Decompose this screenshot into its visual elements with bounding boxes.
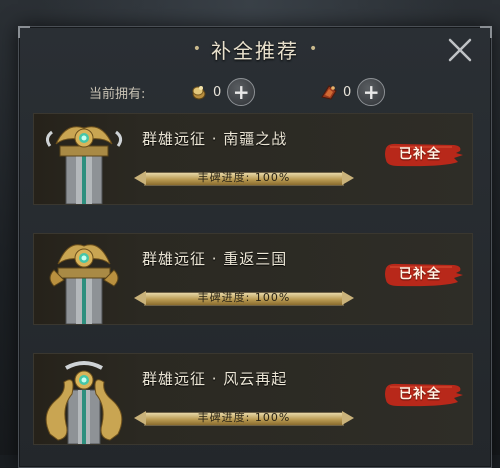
title-dot: • [309, 41, 318, 57]
monument-progress-bar: 丰碑进度: 100% [134, 170, 354, 186]
monument-card[interactable]: 群雄远征 · 风云再起 丰碑进度: 100% 已补全 [33, 353, 473, 445]
monument-name: 群雄远征 · 风云再起 [142, 370, 288, 388]
resource-gold-token: 0 + [189, 77, 256, 107]
add-gold-token-button[interactable]: + [227, 78, 256, 106]
resource-count: 0 [213, 84, 222, 100]
status-text: 已补全 [398, 267, 441, 282]
monument-image [36, 114, 132, 204]
red-token-icon [321, 85, 337, 100]
monument-card[interactable]: 群雄远征 · 南疆之战 丰碑进度: 100% 已补全 [33, 113, 473, 205]
dialog-title-bar: • 补全推荐 • [19, 27, 491, 71]
monument-image [36, 234, 132, 324]
close-button[interactable] [443, 33, 477, 67]
gold-token-icon [192, 86, 206, 100]
status-badge: 已补全 [384, 142, 464, 168]
resource-count: 0 [343, 84, 352, 100]
monument-dragon-icon [45, 126, 123, 204]
monument-card[interactable]: 群雄远征 · 重返三国 丰碑进度: 100% 已补全 [33, 233, 473, 325]
plus-icon: + [362, 80, 380, 104]
owned-label: 当前拥有: [89, 87, 146, 102]
progress-label: 丰碑进度: 100% [197, 291, 291, 304]
owned-resources-row: 当前拥有: 0 + 0 + [19, 77, 491, 107]
monument-progress-bar: 丰碑进度: 100% [134, 290, 354, 306]
plus-icon: + [232, 80, 250, 104]
monument-name: 群雄远征 · 南疆之战 [142, 130, 288, 148]
monument-progress-bar: 丰碑进度: 100% [134, 410, 354, 426]
resource-red-token: 0 + [319, 77, 386, 107]
status-badge: 已补全 [384, 262, 464, 288]
status-text: 已补全 [398, 147, 441, 162]
status-text: 已补全 [398, 387, 441, 402]
monument-dragon-coil-icon [45, 361, 123, 444]
status-badge: 已补全 [384, 382, 464, 408]
dialog-title: 补全推荐 [211, 38, 299, 63]
recommend-dialog: • 补全推荐 • 当前拥有: 0 + 0 + 群雄远征 · 南疆之战 丰碑进度:… [18, 26, 492, 468]
add-red-token-button[interactable]: + [357, 78, 386, 106]
progress-label: 丰碑进度: 100% [197, 171, 291, 184]
monument-name: 群雄远征 · 重返三国 [142, 250, 288, 268]
title-dot: • [192, 41, 201, 57]
monument-image [36, 354, 132, 444]
close-icon [448, 38, 472, 62]
monument-dragon-icon [49, 244, 119, 324]
progress-label: 丰碑进度: 100% [197, 411, 291, 424]
